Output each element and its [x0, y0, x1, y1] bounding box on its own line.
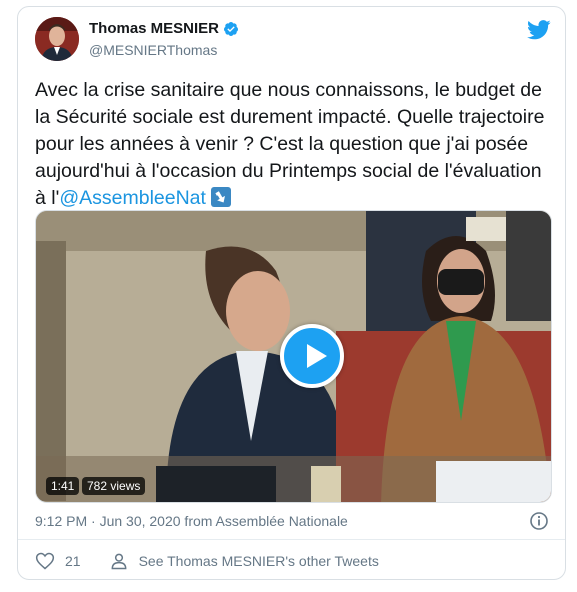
verified-badge-icon — [223, 21, 239, 37]
tweet-actions: 21 See Thomas MESNIER's other Tweets — [35, 551, 379, 571]
play-icon[interactable] — [280, 324, 344, 388]
author-display-name[interactable]: Thomas MESNIER — [89, 20, 219, 37]
see-more-label: See Thomas MESNIER's other Tweets — [138, 553, 379, 569]
info-icon[interactable] — [529, 511, 549, 531]
divider — [18, 539, 565, 540]
see-more-tweets-link[interactable]: See Thomas MESNIER's other Tweets — [109, 551, 379, 571]
video-player[interactable]: 1:41 782 views — [35, 210, 552, 503]
person-icon — [109, 551, 129, 571]
embedded-tweet-card: Thomas MESNIER @MESNIERThomas Avec la cr… — [17, 6, 566, 580]
author-handle[interactable]: @MESNIERThomas — [89, 42, 217, 58]
like-count: 21 — [65, 553, 81, 569]
mention-link[interactable]: @AssembleeNat — [59, 187, 206, 209]
video-duration: 1:41 — [46, 477, 80, 495]
author-name-row: Thomas MESNIER — [89, 20, 239, 37]
twitter-bird-icon[interactable] — [527, 19, 551, 41]
avatar[interactable] — [35, 17, 79, 61]
arrow-down-right-emoji-icon — [210, 187, 231, 207]
tweet-timestamp[interactable]: 9:12 PM · Jun 30, 2020 from Assemblée Na… — [35, 513, 348, 529]
tweet-text: Avec la crise sanitaire que nous connais… — [35, 77, 555, 212]
video-views: 782 views — [82, 477, 146, 495]
heart-icon[interactable] — [35, 551, 55, 571]
